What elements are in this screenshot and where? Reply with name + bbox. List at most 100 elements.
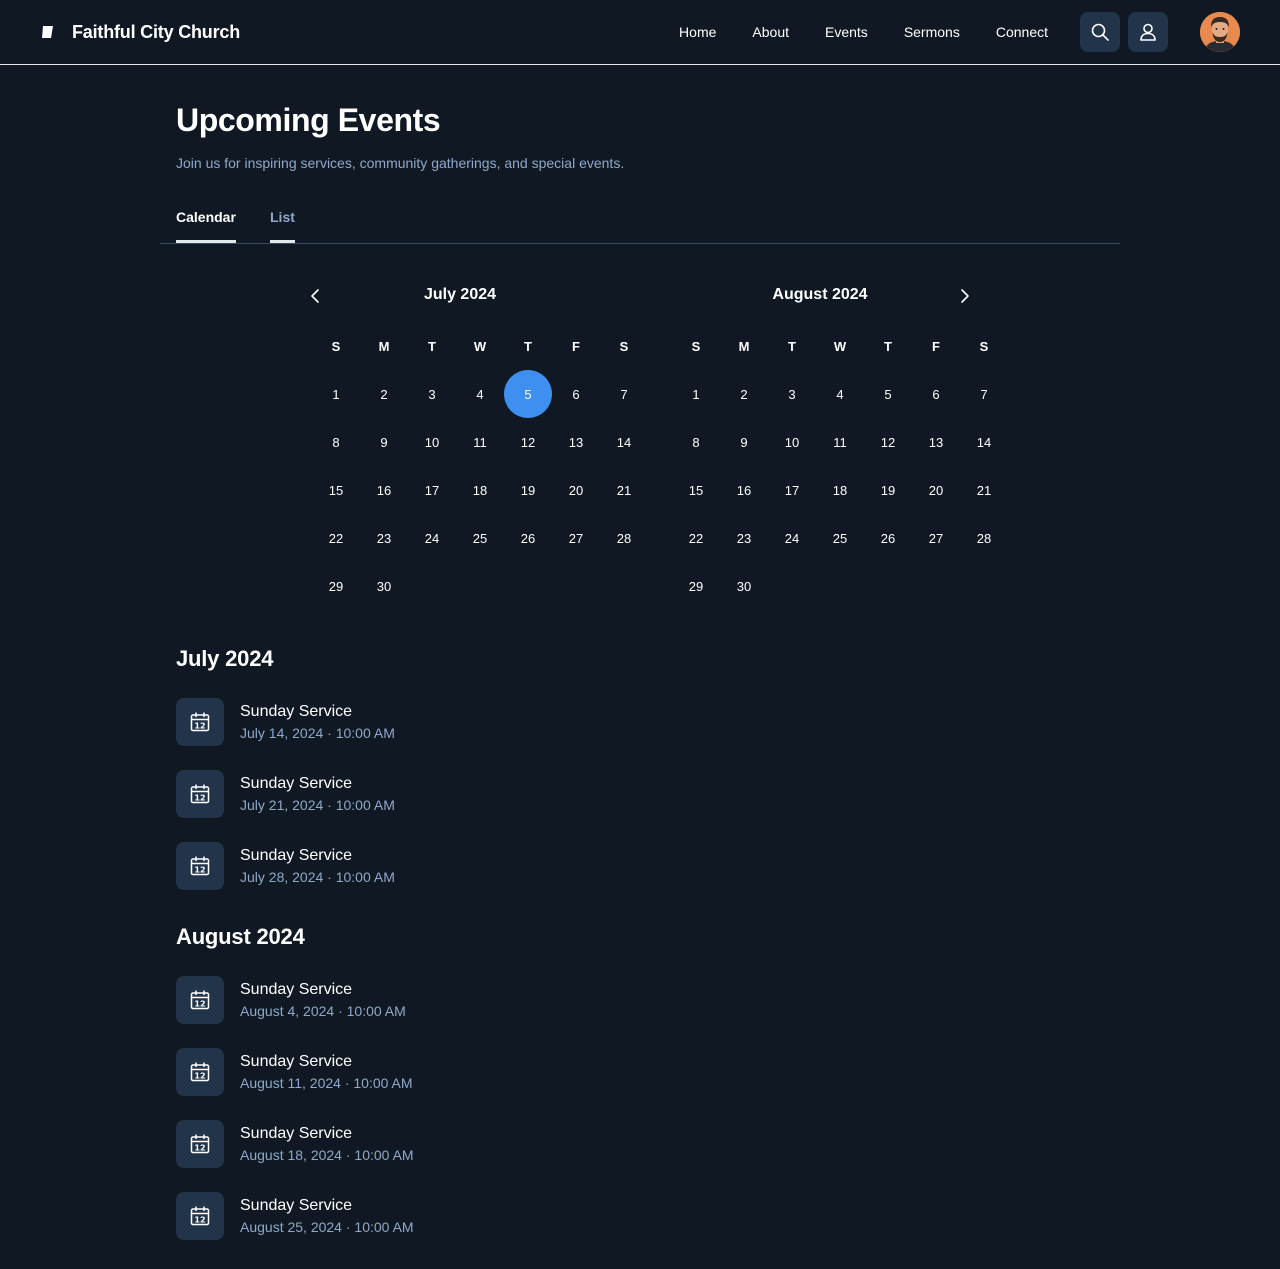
calendar-day-selected[interactable]: 5 (504, 370, 552, 418)
calendar-day[interactable]: 7 (960, 370, 1008, 418)
nav-about[interactable]: About (752, 24, 789, 40)
chevron-right-icon (961, 289, 969, 303)
calendar-day[interactable]: 6 (552, 370, 600, 418)
calendar-day[interactable]: 3 (408, 370, 456, 418)
calendar-day[interactable]: 27 (552, 514, 600, 562)
brand[interactable]: Faithful City Church (40, 22, 240, 43)
calendar-day[interactable]: 14 (600, 418, 648, 466)
view-tabs: Calendar List (160, 196, 1120, 244)
calendar-day[interactable]: 3 (768, 370, 816, 418)
event-text: Sunday Service August 18, 2024 · 10:00 AM (240, 1123, 414, 1165)
previous-month-button[interactable] (304, 284, 328, 308)
calendar-day[interactable]: 8 (672, 418, 720, 466)
calendar-day[interactable]: 21 (960, 466, 1008, 514)
calendar-day[interactable]: 5 (864, 370, 912, 418)
svg-text:12: 12 (194, 866, 205, 875)
calendar-day[interactable]: 26 (504, 514, 552, 562)
nav-sermons[interactable]: Sermons (904, 24, 960, 40)
calendar-day[interactable]: 18 (456, 466, 504, 514)
calendar-day[interactable]: 1 (672, 370, 720, 418)
calendar-day[interactable]: 19 (864, 466, 912, 514)
calendar-day[interactable]: 28 (960, 514, 1008, 562)
calendar-day[interactable]: 10 (768, 418, 816, 466)
calendar-day[interactable]: 30 (720, 562, 768, 610)
event-icon: 12 (176, 1120, 224, 1168)
calendar-day[interactable]: 13 (912, 418, 960, 466)
event-item[interactable]: 12 Sunday Service August 4, 2024 · 10:00 A… (176, 976, 406, 1024)
calendar-day[interactable]: 10 (408, 418, 456, 466)
calendar-day[interactable]: 11 (456, 418, 504, 466)
page-title: Upcoming Events (176, 102, 441, 138)
calendar-day[interactable]: 15 (312, 466, 360, 514)
calendar-day[interactable]: 20 (552, 466, 600, 514)
calendar-day[interactable]: 23 (360, 514, 408, 562)
calendar-icon: 12 (190, 1206, 210, 1226)
calendar-day[interactable]: 26 (864, 514, 912, 562)
month-section-title: July 2024 (176, 646, 274, 671)
nav-connect[interactable]: Connect (996, 24, 1048, 40)
calendar-day[interactable]: 9 (360, 418, 408, 466)
calendar-day[interactable]: 18 (816, 466, 864, 514)
calendar-day[interactable]: 2 (720, 370, 768, 418)
calendar-day[interactable]: 9 (720, 418, 768, 466)
next-month-button[interactable] (952, 284, 976, 308)
calendar-day[interactable]: 16 (720, 466, 768, 514)
event-icon: 12 (176, 1048, 224, 1096)
profile-picture-icon (1200, 12, 1240, 52)
nav-events[interactable]: Events (825, 24, 868, 40)
event-item[interactable]: 12 Sunday Service July 28, 2024 · 10:00 AM (176, 842, 395, 890)
calendar-day[interactable]: 8 (312, 418, 360, 466)
svg-text:12: 12 (194, 1000, 205, 1009)
calendar-day[interactable]: 20 (912, 466, 960, 514)
calendar-day[interactable]: 29 (312, 562, 360, 610)
calendar-day[interactable]: 21 (600, 466, 648, 514)
calendar-day[interactable]: 25 (456, 514, 504, 562)
calendar-day[interactable]: 17 (408, 466, 456, 514)
event-item[interactable]: 12 Sunday Service August 25, 2024 · 10:00 … (176, 1192, 414, 1240)
calendar-day[interactable]: 17 (768, 466, 816, 514)
calendar-day[interactable]: 4 (816, 370, 864, 418)
calendar-day[interactable]: 7 (600, 370, 648, 418)
calendar-day[interactable]: 6 (912, 370, 960, 418)
event-icon: 12 (176, 698, 224, 746)
calendar-day[interactable]: 13 (552, 418, 600, 466)
brand-name: Faithful City Church (72, 21, 240, 42)
calendar-day[interactable]: 30 (360, 562, 408, 610)
calendar-day[interactable]: 22 (312, 514, 360, 562)
calendar-day[interactable]: 4 (456, 370, 504, 418)
calendar-day[interactable]: 14 (960, 418, 1008, 466)
event-item[interactable]: 12 Sunday Service August 18, 2024 · 10:00 … (176, 1120, 414, 1168)
calendar-day[interactable]: 23 (720, 514, 768, 562)
calendar-day[interactable]: 25 (816, 514, 864, 562)
calendar-day[interactable]: 28 (600, 514, 648, 562)
event-icon: 12 (176, 976, 224, 1024)
weekday-header: T (428, 338, 436, 354)
account-button[interactable] (1128, 12, 1168, 52)
svg-text:12: 12 (194, 1144, 205, 1153)
event-item[interactable]: 12 Sunday Service July 21, 2024 · 10:00 AM (176, 770, 395, 818)
calendar-day[interactable]: 15 (672, 466, 720, 514)
calendar-day[interactable]: 2 (360, 370, 408, 418)
event-name: Sunday Service (240, 847, 353, 864)
calendar-day[interactable]: 22 (672, 514, 720, 562)
search-button[interactable] (1080, 12, 1120, 52)
nav-home[interactable]: Home (679, 24, 716, 40)
calendar-day[interactable]: 19 (504, 466, 552, 514)
event-item[interactable]: 12 Sunday Service July 14, 2024 · 10:00 AM (176, 698, 395, 746)
weekday-header: S (331, 338, 341, 354)
event-name: Sunday Service (240, 1197, 353, 1214)
month-section-title: August 2024 (176, 924, 305, 949)
calendar-day[interactable]: 11 (816, 418, 864, 466)
calendar-day[interactable]: 12 (864, 418, 912, 466)
event-item[interactable]: 12 Sunday Service August 11, 2024 · 10:00 … (176, 1048, 413, 1096)
tab-list[interactable]: List (270, 196, 295, 243)
calendar-day[interactable]: 1 (312, 370, 360, 418)
calendar-day[interactable]: 29 (672, 562, 720, 610)
calendar-day[interactable]: 16 (360, 466, 408, 514)
calendar-day[interactable]: 24 (408, 514, 456, 562)
tab-calendar[interactable]: Calendar (176, 196, 236, 243)
avatar[interactable] (1200, 12, 1240, 52)
calendar-day[interactable]: 24 (768, 514, 816, 562)
calendar-day[interactable]: 27 (912, 514, 960, 562)
calendar-day[interactable]: 12 (504, 418, 552, 466)
